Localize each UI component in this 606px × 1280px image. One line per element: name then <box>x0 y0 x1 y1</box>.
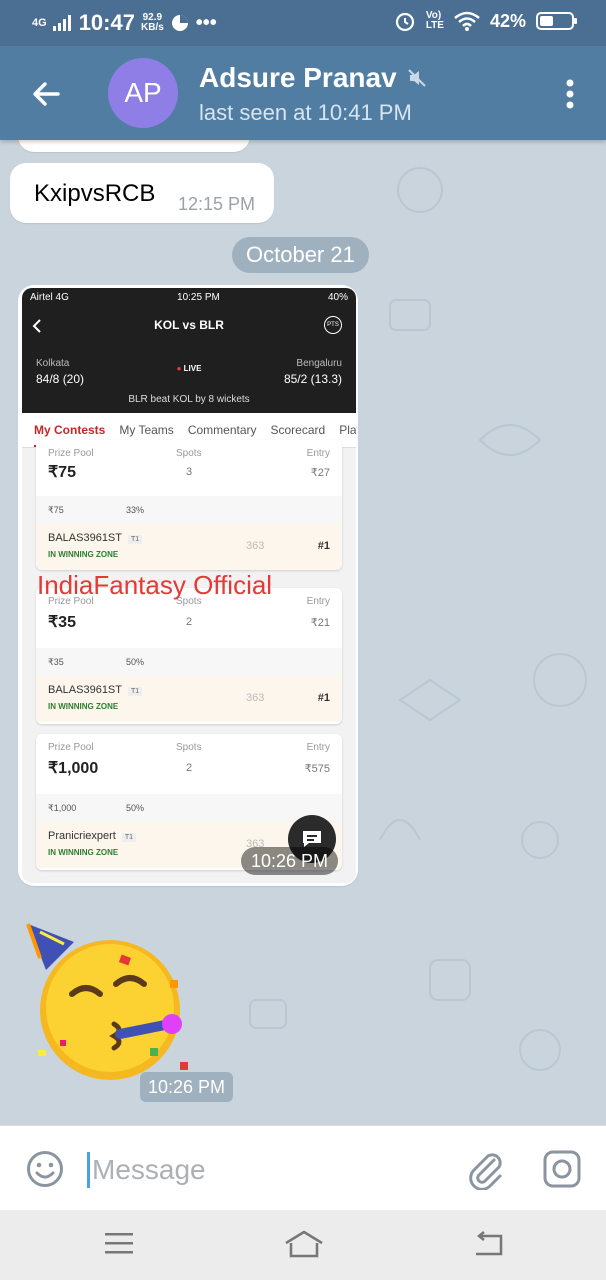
match-title: KOL vs BLR <box>154 318 224 332</box>
contest-card: Prize Pool Spots Entry ₹35 2 ₹21 ₹35 50%… <box>36 588 342 724</box>
score-left: 84/8 (20) <box>36 372 85 386</box>
more-notifications-icon: ••• <box>195 11 217 34</box>
status-bar: 4G 10:47 92.9 KB/s ••• Vo) LTE 42% <box>0 0 606 46</box>
message-composer <box>0 1125 606 1210</box>
tab-scorecard: Scorecard <box>270 423 326 437</box>
telegram-chat-screen: 4G 10:47 92.9 KB/s ••• Vo) LTE 42% AP Adsu… <box>0 0 606 1280</box>
tab-play: Play <box>339 423 356 437</box>
signal-icon <box>52 15 71 31</box>
entry-fee: ₹21 <box>310 617 330 629</box>
spots: 3 <box>186 466 193 478</box>
message-input[interactable] <box>92 1150 422 1190</box>
entry-label: Entry <box>306 596 330 607</box>
sticker-message-time: 10:26 PM <box>140 1072 234 1102</box>
contact-name-text: Adsure Pranav <box>199 62 397 93</box>
system-navigation-bar <box>0 1210 606 1280</box>
date-separator: October 21 <box>232 237 369 273</box>
screenshot-battery: 40% <box>327 291 348 303</box>
entry-fee: ₹575 <box>304 763 330 775</box>
win-percentage: 33% <box>126 505 145 515</box>
prize-pool: ₹1,000 <box>48 760 99 777</box>
text-cursor <box>87 1152 90 1188</box>
rank: #1 <box>317 540 330 552</box>
first-prize: ₹75 <box>48 505 64 515</box>
volte-icon: Vo) LTE <box>425 10 444 31</box>
recent-apps-icon[interactable] <box>104 1230 134 1256</box>
message-text: KxipvsRCB <box>34 180 156 207</box>
entry-label: Entry <box>306 742 330 753</box>
points: 363 <box>246 692 265 704</box>
match-header: KOL vs BLR PTS Kolkata 84/8 (20) LIVE Be… <box>22 306 356 413</box>
status-time: 10:47 <box>78 10 135 35</box>
wifi-icon <box>454 11 480 31</box>
pts-icon: PTS <box>324 316 342 334</box>
message-list[interactable]: KxipvsRCB 12:15 PM October 21 Airtel 4G … <box>0 140 606 1125</box>
message-time: 12:15 PM <box>178 194 256 214</box>
back-nav-icon[interactable] <box>472 1230 504 1258</box>
home-icon[interactable] <box>284 1230 324 1258</box>
team-tag: T1 <box>121 833 137 842</box>
screenshot-carrier: Airtel 4G <box>30 291 69 303</box>
emoji-icon[interactable] <box>26 1150 64 1188</box>
entry-fee: ₹27 <box>310 467 330 479</box>
screenshot-time: 10:25 PM <box>177 291 220 303</box>
spots: 2 <box>186 616 193 628</box>
prize-pool: ₹75 <box>48 464 76 481</box>
watermark-text: IndiaFantasy Official <box>37 570 273 600</box>
battery-percent: 42% <box>489 10 526 31</box>
prize-pool-label: Prize Pool <box>48 448 94 459</box>
image-message-time: 10:26 PM <box>241 847 339 875</box>
rank: #1 <box>317 692 330 704</box>
team-tag: T1 <box>128 535 143 544</box>
username: BALAS3961ST <box>48 684 122 696</box>
spots: 2 <box>186 762 193 774</box>
camera-icon[interactable] <box>543 1150 581 1188</box>
tab-my-teams: My Teams <box>119 423 174 437</box>
more-options-icon[interactable] <box>564 78 576 110</box>
winning-zone: IN WINNING ZONE <box>48 848 119 857</box>
team-tag: T1 <box>128 687 143 696</box>
winning-zone: IN WINNING ZONE <box>48 702 119 711</box>
match-result: BLR beat KOL by 8 wickets <box>128 394 250 405</box>
prior-message-bubble[interactable] <box>18 140 250 152</box>
avatar[interactable]: AP <box>108 58 178 128</box>
network-type: 4G <box>32 17 47 29</box>
data-saver-icon <box>171 15 188 31</box>
muted-icon <box>407 69 426 87</box>
battery-icon <box>536 12 577 30</box>
first-prize: ₹35 <box>48 657 64 667</box>
spots-label: Spots <box>176 742 202 753</box>
text-message-bubble[interactable]: KxipvsRCB 12:15 PM <box>10 163 274 223</box>
prize-pool: ₹35 <box>48 614 76 631</box>
win-percentage: 50% <box>126 803 145 813</box>
tab-commentary: Commentary <box>187 423 257 437</box>
entry-label: Entry <box>306 448 330 459</box>
username: Pranicriexpert <box>48 830 116 842</box>
score-right: 85/2 (13.3) <box>283 372 342 386</box>
points: 363 <box>246 540 265 552</box>
back-arrow-icon[interactable] <box>30 78 62 110</box>
attach-icon[interactable] <box>466 1148 504 1190</box>
alarm-icon <box>395 12 414 32</box>
last-seen-status: last seen at 10:41 PM <box>199 100 412 125</box>
partying-face-sticker[interactable] <box>20 920 200 1090</box>
contest-card: Prize Pool Spots Entry ₹75 3 ₹27 ₹75 33%… <box>36 440 342 570</box>
prize-pool-label: Prize Pool <box>48 742 94 753</box>
speed-unit: KB/s <box>140 22 164 33</box>
username: BALAS3961ST <box>48 532 122 544</box>
first-prize: ₹1,000 <box>48 803 77 813</box>
screenshot-status-bar: Airtel 4G 10:25 PM 40% <box>22 288 356 306</box>
chat-header: AP Adsure Pranav last seen at 10:41 PM <box>0 46 606 140</box>
spots-label: Spots <box>176 448 202 459</box>
winning-zone: IN WINNING ZONE <box>48 550 119 559</box>
contact-name[interactable]: Adsure Pranav <box>199 62 427 94</box>
win-percentage: 50% <box>126 657 145 667</box>
team-right: Bengaluru <box>296 358 342 369</box>
